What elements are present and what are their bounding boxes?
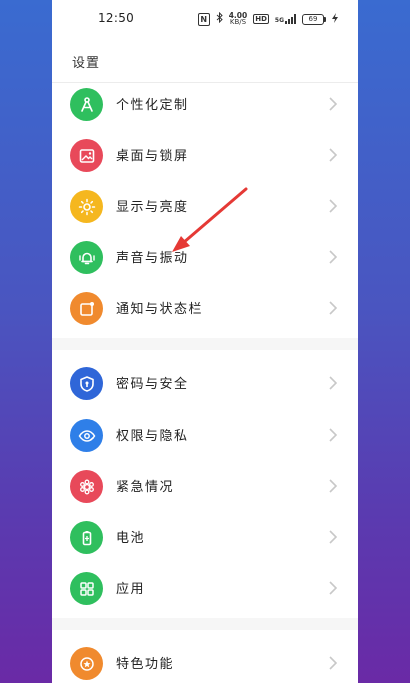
apps-icon xyxy=(70,572,103,605)
settings-item-apps[interactable]: 应用 xyxy=(52,563,358,613)
chevron-right-icon xyxy=(328,249,338,265)
hd-icon: HD xyxy=(253,14,269,24)
settings-item-label: 桌面与锁屏 xyxy=(116,149,189,164)
settings-screen: 12:50 N 4.00 KB/S HD 5G 69 设置 个性化定制 桌面与锁… xyxy=(52,0,358,683)
chevron-right-icon xyxy=(328,300,338,316)
emergency-icon xyxy=(70,470,103,503)
settings-item-label: 应用 xyxy=(116,582,146,597)
chevron-right-icon xyxy=(328,147,338,163)
chevron-right-icon xyxy=(328,198,338,214)
chevron-right-icon xyxy=(328,375,338,391)
settings-item-label: 电池 xyxy=(116,531,146,546)
settings-item-label: 密码与安全 xyxy=(116,377,189,392)
star-icon xyxy=(70,647,103,680)
chevron-right-icon xyxy=(328,580,338,596)
settings-item-label: 声音与振动 xyxy=(116,251,189,266)
settings-item-privacy[interactable]: 权限与隐私 xyxy=(52,410,358,460)
settings-item-label: 显示与亮度 xyxy=(116,200,189,215)
settings-item-security[interactable]: 密码与安全 xyxy=(52,358,358,408)
settings-item-display[interactable]: 显示与亮度 xyxy=(52,181,358,231)
chevron-right-icon xyxy=(328,478,338,494)
bell-icon xyxy=(70,241,103,274)
section-divider xyxy=(52,338,358,350)
bluetooth-icon xyxy=(216,11,223,26)
battery-level: 69 xyxy=(302,13,326,25)
signal-type: 5G xyxy=(274,17,284,24)
notification-icon xyxy=(70,292,103,325)
settings-item-notification[interactable]: 通知与状态栏 xyxy=(52,283,358,333)
network-speed: 4.00 KB/S xyxy=(229,12,248,26)
chevron-right-icon xyxy=(328,655,338,671)
status-icons: N 4.00 KB/S HD 5G 69 xyxy=(197,11,338,27)
personalize-icon xyxy=(70,88,103,121)
brightness-icon xyxy=(70,190,103,223)
nfc-icon: N xyxy=(197,12,210,26)
settings-item-personalize[interactable]: 个性化定制 xyxy=(52,79,358,129)
settings-item-label: 特色功能 xyxy=(116,657,175,672)
battery-icon xyxy=(70,521,103,554)
wallpaper-icon xyxy=(70,139,103,172)
chevron-right-icon xyxy=(328,427,338,443)
security-icon xyxy=(70,367,103,400)
settings-item-sound[interactable]: 声音与振动 xyxy=(52,232,358,282)
page-title: 设置 xyxy=(72,56,101,71)
chevron-right-icon xyxy=(328,529,338,545)
settings-item-emergency[interactable]: 紧急情况 xyxy=(52,461,358,511)
settings-item-wallpaper[interactable]: 桌面与锁屏 xyxy=(52,130,358,180)
status-bar: 12:50 N 4.00 KB/S HD 5G 69 xyxy=(52,0,358,38)
section-divider xyxy=(52,618,358,630)
settings-item-features[interactable]: 特色功能 xyxy=(52,638,358,683)
settings-item-battery[interactable]: 电池 xyxy=(52,512,358,562)
settings-item-label: 通知与状态栏 xyxy=(116,302,204,317)
settings-item-label: 个性化定制 xyxy=(116,98,189,113)
chevron-right-icon xyxy=(328,96,338,112)
privacy-icon xyxy=(70,419,103,452)
settings-item-label: 紧急情况 xyxy=(116,480,175,495)
signal-bars-icon xyxy=(285,14,296,24)
network-speed-unit: KB/S xyxy=(229,18,247,26)
signal-icon: 5G xyxy=(275,14,296,24)
charging-icon xyxy=(332,12,338,26)
status-time: 12:50 xyxy=(98,11,135,25)
settings-item-label: 权限与隐私 xyxy=(116,429,189,444)
